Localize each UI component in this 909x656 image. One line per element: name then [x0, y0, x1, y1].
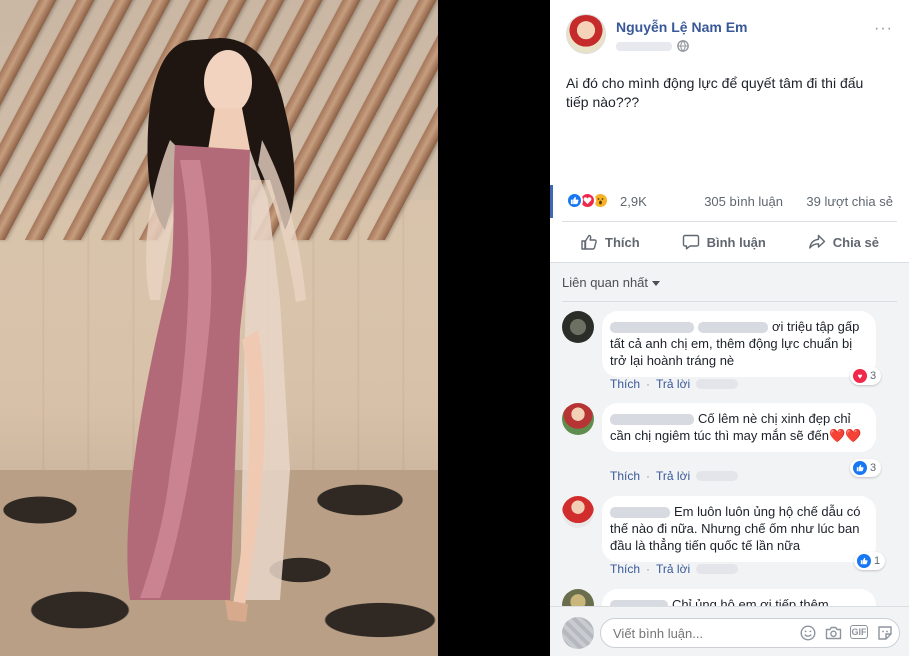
comment-bubble: Em luôn luôn ủng hộ chế dẫu có thế nào đ… — [602, 496, 876, 562]
post-timestamp-blurred[interactable] — [616, 41, 672, 51]
comment-reply-link[interactable]: Trả lời — [656, 562, 690, 576]
share-button[interactable]: Chia sẻ — [790, 226, 897, 258]
author-name-link[interactable]: Nguyễn Lệ Nam Em — [616, 19, 747, 35]
like-reaction-icon — [853, 461, 867, 475]
share-count-link[interactable]: 39 lượt chia sẻ — [806, 194, 893, 209]
post-photo[interactable] — [0, 0, 438, 656]
author-avatar[interactable] — [566, 14, 606, 54]
comment-reactions[interactable]: ♥ 3 — [850, 367, 882, 385]
reaction-icons[interactable] — [566, 192, 609, 209]
reaction-count[interactable]: 2,9K — [620, 194, 647, 209]
comment-count-link[interactable]: 305 bình luận — [704, 194, 783, 209]
actions-divider — [562, 221, 897, 222]
share-icon — [808, 233, 826, 251]
emoji-icon[interactable] — [800, 625, 816, 641]
comment-sort-dropdown[interactable]: Liên quan nhất — [562, 275, 661, 290]
comment-reply-link[interactable]: Trả lời — [656, 469, 690, 483]
comment-like-link[interactable]: Thích — [610, 469, 640, 483]
comment-button[interactable]: Bình luận — [664, 226, 784, 258]
comment-reaction-count: 3 — [870, 370, 877, 382]
sticker-icon[interactable] — [877, 625, 893, 641]
love-reaction-icon: ♥ — [853, 369, 867, 383]
current-user-avatar — [562, 617, 594, 649]
separator-dot: · — [646, 377, 651, 391]
comments-section: Liên quan nhất ơi triệu tập gấp tất cả a… — [550, 262, 909, 656]
commenter-avatar[interactable] — [562, 403, 594, 435]
commenter-name-blurred[interactable] — [610, 414, 694, 426]
comment-time-blurred[interactable] — [696, 471, 739, 481]
sort-divider — [562, 301, 897, 302]
like-button-label: Thích — [605, 234, 640, 250]
comment-reactions[interactable]: 1 — [854, 552, 886, 570]
commenter-name-blurred[interactable] — [610, 322, 694, 334]
camera-icon[interactable] — [825, 625, 842, 641]
photo-viewer — [0, 0, 550, 656]
globe-icon — [677, 40, 689, 52]
commenter-avatar[interactable] — [562, 496, 594, 528]
comment-actions: Thích · Trả lời — [610, 562, 739, 576]
comment-reply-link[interactable]: Trả lời — [656, 377, 690, 391]
comment-sort-label: Liên quan nhất — [562, 275, 649, 290]
comment-like-link[interactable]: Thích — [610, 562, 640, 576]
post-meta — [616, 40, 689, 52]
comment-time-blurred[interactable] — [696, 564, 739, 574]
reactions-accent-bar — [550, 185, 553, 218]
commenter-name-blurred[interactable] — [610, 507, 670, 519]
share-button-label: Chia sẻ — [832, 234, 879, 250]
like-reaction-icon — [566, 192, 583, 209]
chevron-down-icon — [652, 275, 661, 290]
composer-icons: GIF — [800, 625, 893, 641]
more-options-button[interactable]: ··· — [874, 20, 893, 38]
mention-blurred[interactable] — [698, 322, 768, 334]
comment-reaction-count: 3 — [870, 462, 877, 474]
comment-icon — [682, 233, 700, 251]
commenter-avatar[interactable] — [562, 311, 594, 343]
comment-reaction-count: 1 — [874, 555, 881, 567]
like-button[interactable]: Thích — [562, 226, 658, 258]
like-reaction-icon — [857, 554, 871, 568]
comment-button-label: Bình luận — [706, 234, 766, 250]
comment-actions: Thích · Trả lời — [610, 469, 739, 483]
comment-like-link[interactable]: Thích — [610, 377, 640, 391]
post-panel: Nguyễn Lệ Nam Em ··· Ai đó cho mình động… — [550, 0, 909, 656]
like-icon — [580, 233, 598, 251]
separator-dot: · — [646, 562, 651, 576]
post-actions: Thích Bình luận Chia sẻ — [562, 226, 897, 258]
photo-figure — [127, 38, 306, 622]
gif-button[interactable]: GIF — [850, 625, 868, 639]
comment-reactions[interactable]: 3 — [850, 459, 882, 477]
reactions-summary: 2,9K 305 bình luận 39 lượt chia sẻ — [566, 192, 899, 212]
post-text: Ai đó cho mình động lực để quyết tâm đi … — [566, 75, 864, 110]
comment-composer: GIF — [550, 606, 909, 656]
separator-dot: · — [646, 469, 651, 483]
comment-time-blurred[interactable] — [696, 379, 739, 389]
comment-bubble: Cố lêm nè chị xinh đẹp chỉ cần chị ngiêm… — [602, 403, 876, 452]
comment-bubble: ơi triệu tập gấp tất cả anh chị em, thêm… — [602, 311, 876, 377]
post-header: Nguyễn Lệ Nam Em ··· — [566, 14, 899, 58]
comment-actions: Thích · Trả lời — [610, 377, 739, 391]
